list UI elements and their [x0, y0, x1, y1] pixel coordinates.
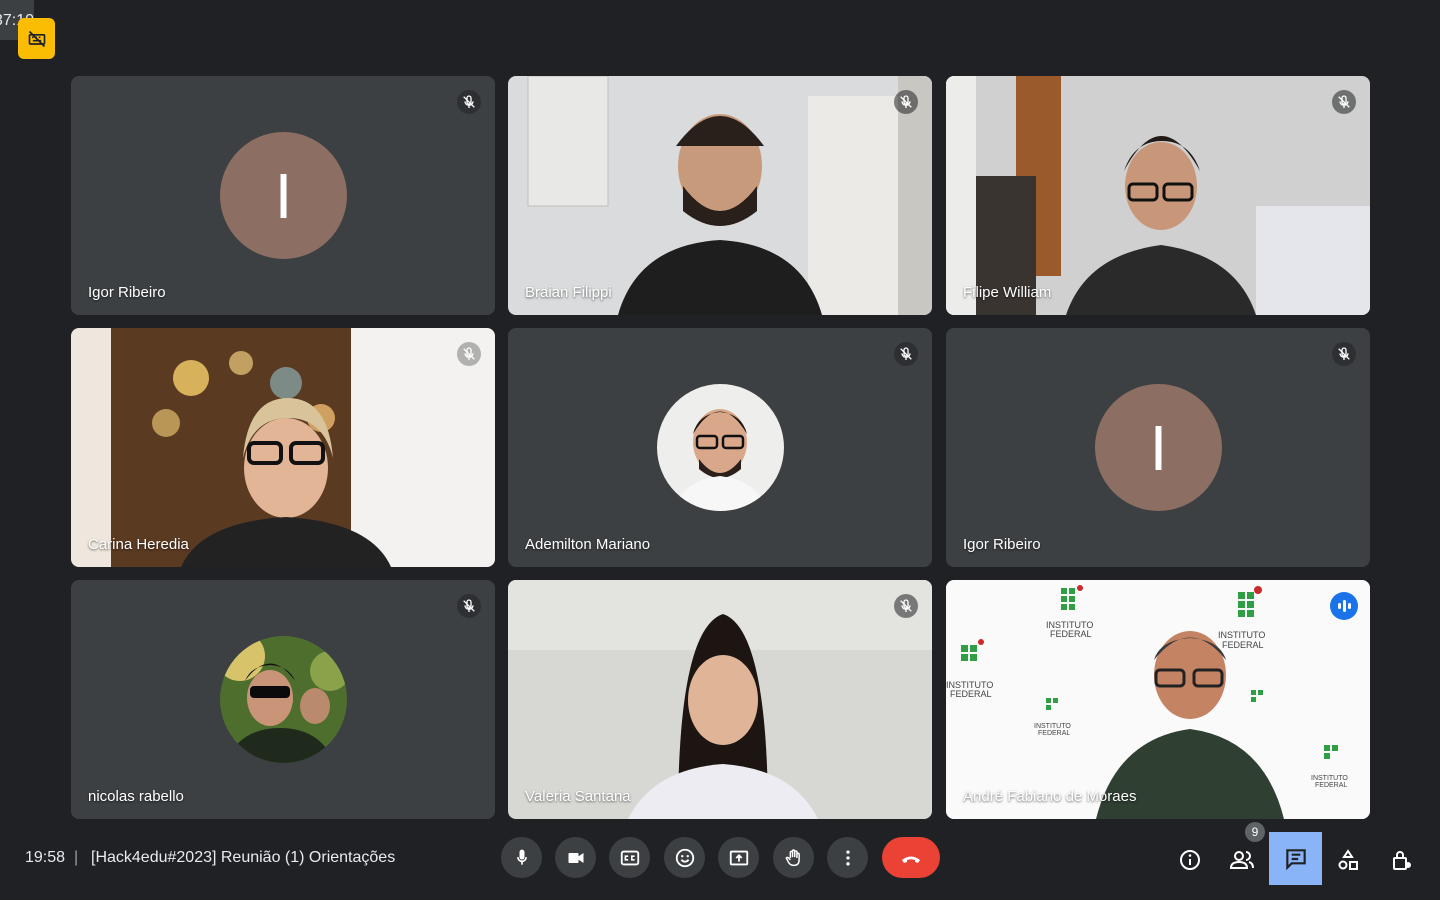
mic-off-icon [1332, 342, 1356, 366]
mic-off-icon [457, 90, 481, 114]
present-screen-button[interactable] [718, 837, 759, 878]
participant-name: Ademilton Mariano [525, 536, 651, 553]
divider: | [74, 849, 79, 866]
participant-name: Carina Heredia [88, 536, 189, 553]
participant-tile[interactable]: Braian Filippi [508, 76, 932, 315]
svg-text:FEDERAL: FEDERAL [1038, 730, 1070, 737]
raise-hand-button[interactable] [773, 837, 814, 878]
svg-text:FEDERAL: FEDERAL [950, 689, 992, 699]
participant-tile[interactable]: Valeria Santana [508, 580, 932, 819]
extension-keyboard-off-icon[interactable] [18, 18, 55, 59]
lock-person-icon [1393, 851, 1411, 870]
more-vert-icon [845, 850, 850, 865]
participant-name: Filipe William [963, 284, 1052, 301]
reactions-button[interactable] [664, 837, 705, 878]
info-icon [1180, 850, 1200, 870]
chat-button[interactable] [1269, 832, 1322, 885]
avatar: I [220, 132, 347, 259]
control-bar: 19:58 | [Hack4edu#2023] Reunião (1) Orie… [0, 822, 1440, 900]
more-options-button[interactable] [827, 837, 868, 878]
participant-tile-active-speaker[interactable]: INSTITUTO FEDERAL INSTITUTO FEDERAL INSTIT… [946, 580, 1370, 819]
svg-text:FEDERAL: FEDERAL [1222, 640, 1264, 650]
svg-text:FEDERAL: FEDERAL [1315, 782, 1347, 789]
microphone-button[interactable] [501, 837, 542, 878]
mic-off-icon [457, 342, 481, 366]
call-end-icon [902, 856, 920, 863]
participant-tile[interactable]: Ademilton Mariano [508, 328, 932, 567]
svg-text:INSTITUTO: INSTITUTO [1034, 723, 1071, 730]
activities-button[interactable] [1328, 840, 1368, 880]
avatar [657, 384, 784, 511]
participant-tile[interactable]: Filipe William [946, 76, 1370, 315]
mic-off-icon [894, 90, 918, 114]
speaking-indicator-icon [1330, 592, 1358, 620]
microphone-icon [516, 849, 527, 865]
mic-off-icon [894, 594, 918, 618]
participant-name: nicolas rabello [88, 788, 184, 805]
participant-tile[interactable]: nicolas rabello [71, 580, 495, 819]
participant-video [508, 580, 932, 819]
svg-text:INSTITUTO: INSTITUTO [1218, 630, 1265, 640]
leave-call-button[interactable] [882, 837, 940, 878]
present-to-all-icon [729, 850, 748, 865]
people-icon [1229, 851, 1254, 869]
participant-video: INSTITUTO FEDERAL INSTITUTO FEDERAL INSTIT… [946, 580, 1370, 819]
participant-name: Igor Ribeiro [963, 536, 1041, 553]
mic-off-icon [1332, 90, 1356, 114]
participant-tile[interactable]: I Igor Ribeiro [71, 76, 495, 315]
meeting-title: [Hack4edu#2023] Reunião (1) Orientações [91, 849, 396, 866]
closed-caption-icon [620, 850, 639, 865]
videocam-icon [568, 852, 583, 863]
participant-name: André Fabiano de Moraes [963, 788, 1137, 805]
participant-video [508, 76, 932, 315]
participant-name: Braian Filippi [525, 284, 612, 301]
participant-grid: I Igor Ribeiro Braian Filippi Filipe Wil… [71, 76, 1370, 819]
activities-icon [1338, 849, 1358, 870]
mic-off-icon [894, 342, 918, 366]
participant-name: Igor Ribeiro [88, 284, 166, 301]
avatar [220, 636, 347, 763]
participant-name: Valeria Santana [525, 788, 631, 805]
hand-icon [784, 848, 800, 866]
participant-tile[interactable]: I Igor Ribeiro [946, 328, 1370, 567]
current-time: 19:58 [25, 849, 66, 866]
meeting-details-button[interactable] [1170, 840, 1210, 880]
captions-button[interactable] [609, 837, 650, 878]
svg-text:FEDERAL: FEDERAL [1050, 629, 1092, 639]
participant-video [71, 328, 495, 567]
participant-video [946, 76, 1370, 315]
chat-icon [1285, 848, 1306, 870]
host-controls-button[interactable] [1382, 840, 1422, 880]
people-button[interactable] [1222, 840, 1262, 880]
avatar: I [1095, 384, 1222, 511]
mic-off-icon [457, 594, 481, 618]
participant-tile[interactable]: Carina Heredia [71, 328, 495, 567]
svg-text:INSTITUTO: INSTITUTO [1311, 775, 1348, 782]
camera-button[interactable] [555, 837, 596, 878]
people-count-badge: 9 [1245, 822, 1265, 842]
emoji-icon [675, 848, 694, 867]
